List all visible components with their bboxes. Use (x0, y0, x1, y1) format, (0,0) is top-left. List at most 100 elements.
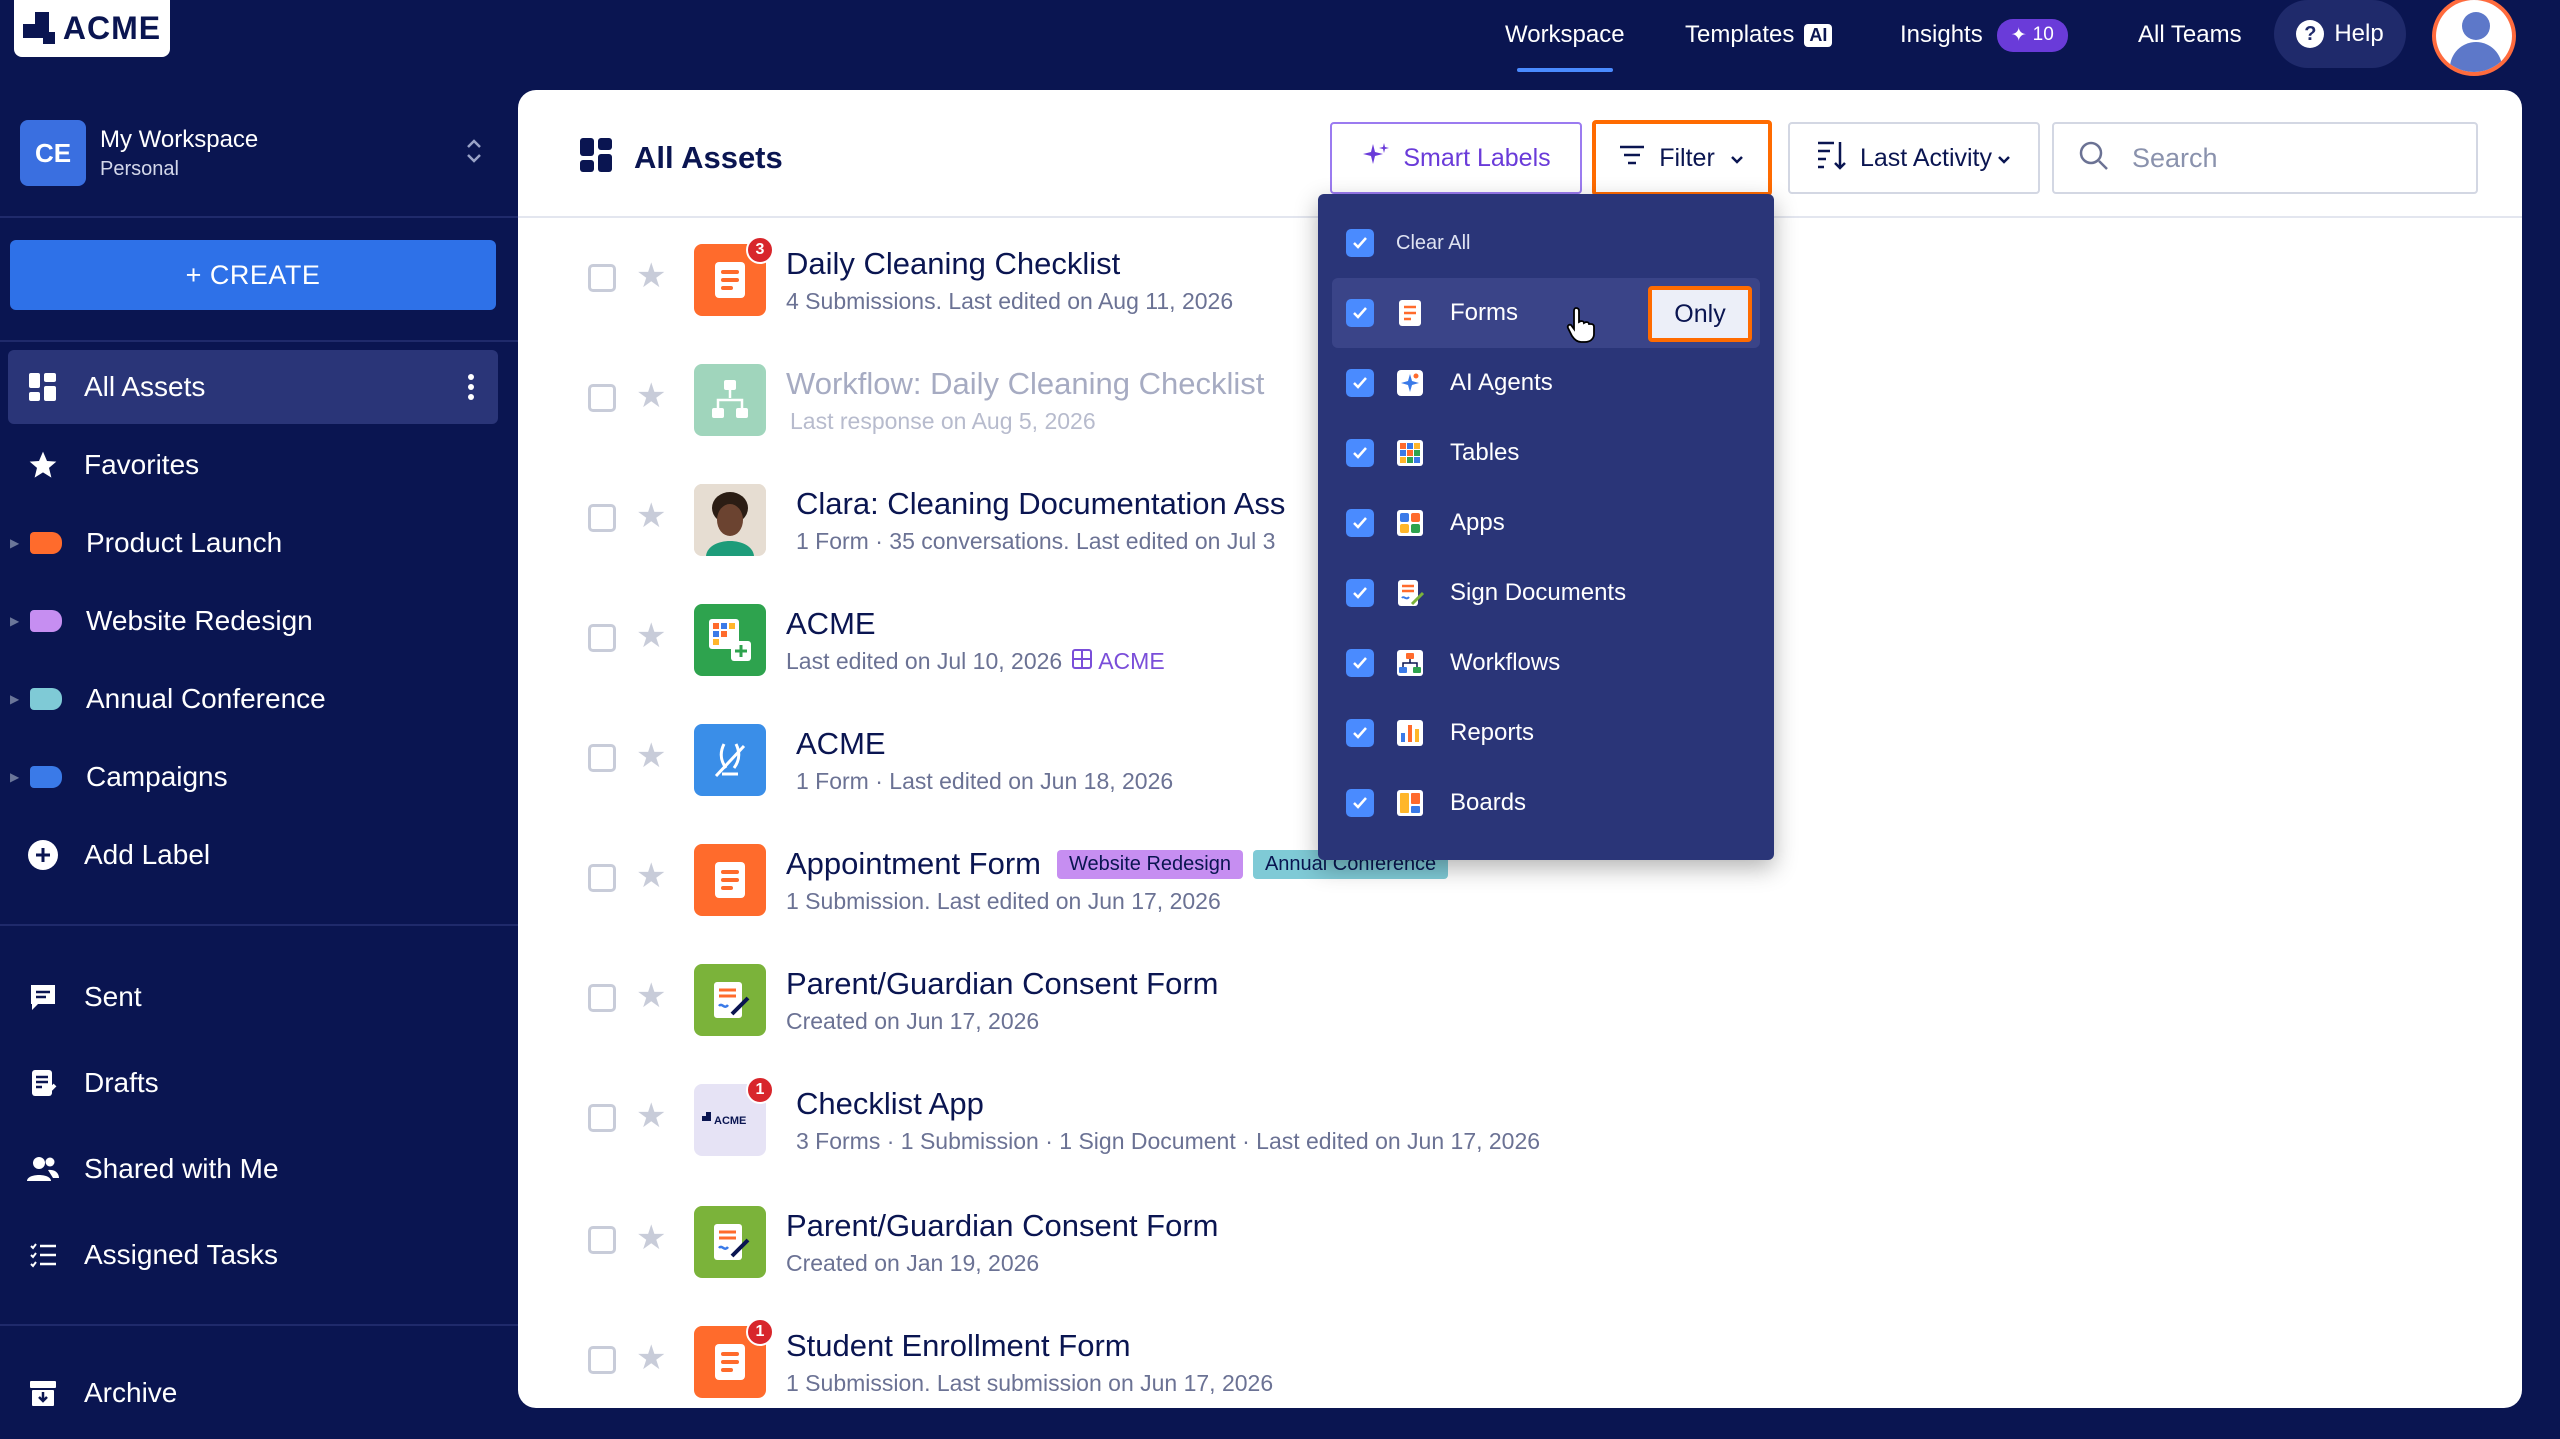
table-icon (1396, 438, 1424, 468)
favorite-star-icon[interactable]: ★ (636, 736, 666, 776)
expand-caret-icon[interactable]: ▶ (10, 536, 19, 550)
asset-row[interactable]: ★ Parent/Guardian Consent Form Created o… (518, 938, 2522, 1058)
checkbox-checked-icon[interactable] (1346, 439, 1374, 467)
more-options-icon[interactable] (468, 374, 474, 400)
nav-templates[interactable]: Templates AI (1685, 0, 1833, 70)
favorite-star-icon[interactable]: ★ (636, 496, 666, 536)
asset-name[interactable]: Parent/Guardian Consent Form (786, 1208, 1219, 1244)
asset-name[interactable]: Clara: Cleaning Documentation Ass (796, 486, 1285, 522)
row-checkbox[interactable] (588, 1226, 616, 1254)
asset-name[interactable]: Student Enrollment Form (786, 1328, 1131, 1364)
sidebar-label-product-launch[interactable]: ▶ Product Launch (8, 506, 498, 580)
add-label-button[interactable]: Add Label (8, 818, 498, 892)
divider (0, 340, 518, 342)
row-checkbox[interactable] (588, 984, 616, 1012)
search-icon (2078, 140, 2110, 177)
nav-insights[interactable]: Insights ✦ 10 (1900, 0, 2068, 70)
favorite-star-icon[interactable]: ★ (636, 376, 666, 416)
user-avatar[interactable] (2432, 0, 2516, 76)
sidebar-item-drafts[interactable]: Drafts (8, 1046, 498, 1120)
row-checkbox[interactable] (588, 744, 616, 772)
asset-row[interactable]: ★ Parent/Guardian Consent Form Created o… (518, 1180, 2522, 1300)
asset-name[interactable]: Workflow: Daily Cleaning Checklist (786, 366, 1264, 402)
filter-option-tables[interactable]: Tables (1332, 418, 1760, 488)
asset-name[interactable]: ACME (796, 726, 886, 762)
checkbox-checked-icon[interactable] (1346, 299, 1374, 327)
asset-name[interactable]: Daily Cleaning Checklist (786, 246, 1120, 282)
sidebar-item-favorites[interactable]: Favorites (8, 428, 498, 502)
sidebar-item-label: Drafts (84, 1067, 159, 1098)
filter-button[interactable]: Filter (1592, 120, 1772, 196)
smart-labels-button[interactable]: Smart Labels (1330, 122, 1582, 194)
filter-option-boards[interactable]: Boards (1332, 768, 1760, 838)
sidebar-item-all-assets[interactable]: All Assets (8, 350, 498, 424)
asset-row[interactable]: ★ 1 Student Enrollment Form 1 Submission… (518, 1300, 2522, 1408)
filter-option-apps[interactable]: Apps (1332, 488, 1760, 558)
row-checkbox[interactable] (588, 1104, 616, 1132)
row-checkbox[interactable] (588, 384, 616, 412)
row-checkbox[interactable] (588, 504, 616, 532)
acme-logo[interactable]: ACME (14, 0, 170, 57)
top-bar: ACME Workspace Templates AI Insights ✦ 1… (0, 0, 2560, 90)
asset-row[interactable]: ★ ACME 1 Checklist App 3 Forms · 1 Submi… (518, 1058, 2522, 1178)
filter-option-ai-agents[interactable]: AI Agents (1332, 348, 1760, 418)
sidebar-item-shared[interactable]: Shared with Me (8, 1132, 498, 1206)
filter-clear-all[interactable]: Clear All (1332, 208, 1760, 278)
asset-meta: 1 Form · Last edited on Jun 18, 2026 (796, 768, 1174, 794)
sort-button[interactable]: Last Activity (1788, 122, 2040, 194)
label-chip[interactable]: Website Redesign (1057, 849, 1243, 879)
nav-all-teams[interactable]: All Teams (2138, 0, 2242, 70)
sidebar-label-website-redesign[interactable]: ▶ Website Redesign (8, 584, 498, 658)
expand-caret-icon[interactable]: ▶ (10, 614, 19, 628)
checkbox-checked-icon[interactable] (1346, 719, 1374, 747)
tasks-icon (26, 1238, 60, 1272)
checkbox-checked-icon[interactable] (1346, 509, 1374, 537)
notification-badge: 3 (746, 236, 774, 264)
sidebar-item-assigned-tasks[interactable]: Assigned Tasks (8, 1218, 498, 1292)
row-checkbox[interactable] (588, 864, 616, 892)
expand-caret-icon[interactable]: ▶ (10, 692, 19, 706)
expand-caret-icon[interactable]: ▶ (10, 770, 19, 784)
sidebar-label-annual-conference[interactable]: ▶ Annual Conference (8, 662, 498, 736)
row-checkbox[interactable] (588, 1346, 616, 1374)
checkbox-checked-icon[interactable] (1346, 649, 1374, 677)
sidebar-label-campaigns[interactable]: ▶ Campaigns (8, 740, 498, 814)
checkbox-checked-icon[interactable] (1346, 789, 1374, 817)
favorite-star-icon[interactable]: ★ (636, 1338, 666, 1378)
people-icon (26, 1152, 60, 1186)
asset-name[interactable]: ACME (786, 606, 876, 642)
sidebar-item-sent[interactable]: Sent (8, 960, 498, 1034)
workspace-switcher[interactable]: CE My Workspace Personal (20, 120, 490, 190)
favorite-star-icon[interactable]: ★ (636, 856, 666, 896)
sidebar-item-label: All Assets (84, 371, 206, 402)
help-button[interactable]: ? Help (2274, 0, 2406, 68)
form-icon: 1 (694, 1318, 774, 1398)
asset-name[interactable]: Parent/Guardian Consent Form (786, 966, 1219, 1002)
checkbox-checked-icon[interactable] (1346, 579, 1374, 607)
asset-name[interactable]: Appointment Form (786, 846, 1041, 882)
filter-option-workflows[interactable]: Workflows (1332, 628, 1760, 698)
favorite-star-icon[interactable]: ★ (636, 1096, 666, 1136)
favorite-star-icon[interactable]: ★ (636, 256, 666, 296)
filter-option-label: AI Agents (1450, 369, 1553, 396)
asset-meta: Last edited on Jul 10, 2026 ACME (786, 648, 1165, 675)
filter-option-sign-documents[interactable]: Sign Documents (1332, 558, 1760, 628)
favorite-star-icon[interactable]: ★ (636, 976, 666, 1016)
linked-app-link[interactable]: ACME (1072, 648, 1165, 675)
sparkle-icon: ✦ (2010, 24, 2027, 46)
search-input[interactable] (2132, 142, 2432, 174)
asset-name[interactable]: Checklist App (796, 1086, 984, 1122)
create-button[interactable]: + CREATE (10, 240, 496, 310)
page-title: All Assets (634, 140, 783, 175)
checkbox-checked-icon[interactable] (1346, 229, 1374, 257)
favorite-star-icon[interactable]: ★ (636, 616, 666, 656)
checkbox-checked-icon[interactable] (1346, 369, 1374, 397)
favorite-star-icon[interactable]: ★ (636, 1218, 666, 1258)
row-checkbox[interactable] (588, 624, 616, 652)
only-button[interactable]: Only (1648, 286, 1752, 342)
nav-workspace[interactable]: Workspace (1505, 0, 1625, 72)
sidebar-item-archive[interactable]: Archive (8, 1356, 498, 1430)
row-checkbox[interactable] (588, 264, 616, 292)
filter-option-reports[interactable]: Reports (1332, 698, 1760, 768)
workspace-avatar: CE (20, 120, 86, 186)
